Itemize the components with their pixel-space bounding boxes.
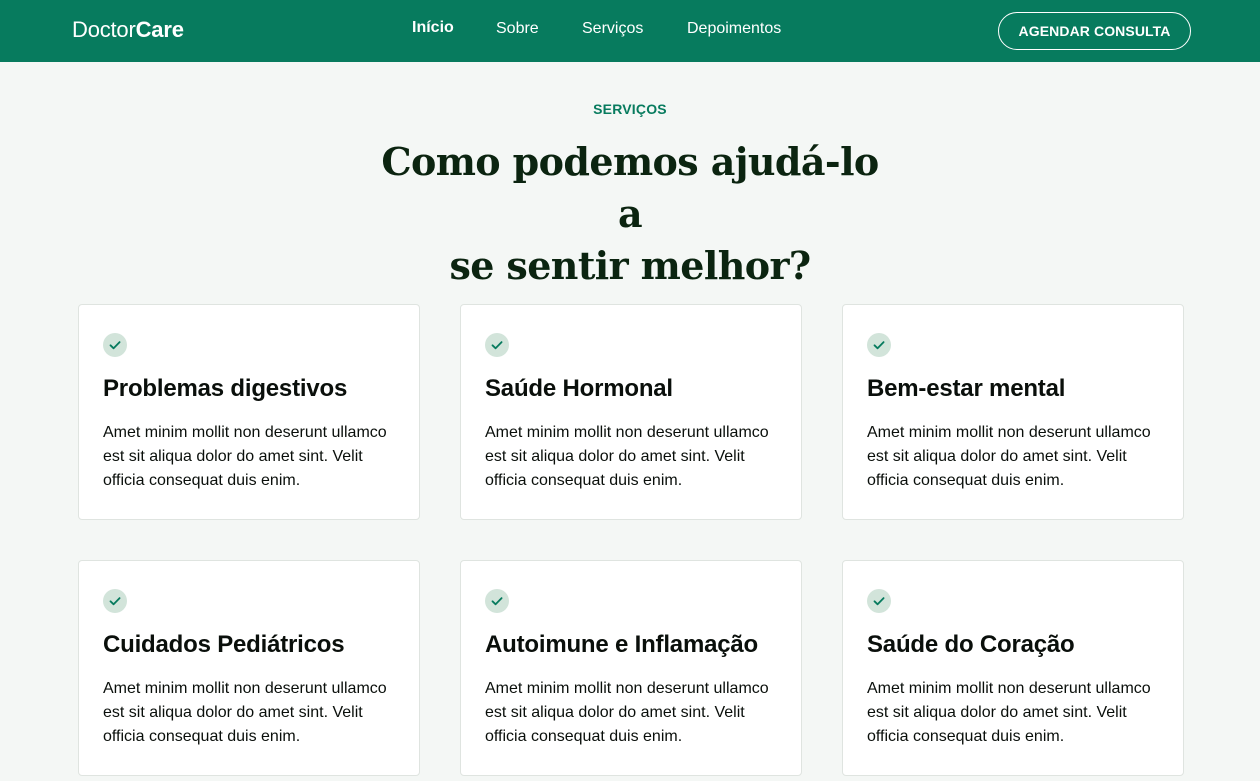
check-icon bbox=[867, 589, 891, 613]
nav-item-servicos[interactable]: Serviços bbox=[582, 20, 643, 38]
service-card-text: Amet minim mollit non deserunt ullamco e… bbox=[485, 424, 769, 489]
nav-item-sobre[interactable]: Sobre bbox=[496, 20, 539, 38]
service-card-text: Amet minim mollit non deserunt ullamco e… bbox=[103, 680, 387, 745]
section-title-line-2: se sentir melhor? bbox=[449, 243, 811, 288]
service-card: Problemas digestivos Amet minim mollit n… bbox=[78, 304, 420, 520]
service-card-title: Cuidados Pediátricos bbox=[103, 631, 345, 658]
section-label: SERVIÇOS bbox=[593, 101, 667, 117]
service-card-title: Saúde do Coração bbox=[867, 631, 1075, 658]
service-card-title: Bem-estar mental bbox=[867, 375, 1066, 402]
service-card: Bem-estar mental Amet minim mollit non d… bbox=[842, 304, 1184, 520]
service-card-title: Problemas digestivos bbox=[103, 375, 348, 402]
service-card-title: Autoimune e Inflamação bbox=[485, 631, 758, 658]
service-card: Cuidados Pediátricos Amet minim mollit n… bbox=[78, 560, 420, 776]
service-card-text: Amet minim mollit non deserunt ullamco e… bbox=[485, 680, 769, 745]
service-card-text: Amet minim mollit non deserunt ullamco e… bbox=[867, 424, 1151, 489]
section-title: Como podemos ajudá-lo a se sentir melhor… bbox=[380, 136, 880, 292]
section-title-line-1: Como podemos ajudá-lo a bbox=[381, 139, 879, 236]
schedule-appointment-button[interactable]: AGENDAR CONSULTA bbox=[998, 12, 1191, 50]
check-icon bbox=[867, 333, 891, 357]
service-card: Autoimune e Inflamação Amet minim mollit… bbox=[460, 560, 802, 776]
check-icon bbox=[103, 333, 127, 357]
service-card: Saúde Hormonal Amet minim mollit non des… bbox=[460, 304, 802, 520]
service-card-title: Saúde Hormonal bbox=[485, 375, 673, 402]
nav-item-depoimentos[interactable]: Depoimentos bbox=[687, 20, 781, 38]
service-card: Saúde do Coração Amet minim mollit non d… bbox=[842, 560, 1184, 776]
check-icon bbox=[485, 589, 509, 613]
service-card-text: Amet minim mollit non deserunt ullamco e… bbox=[103, 424, 387, 489]
check-icon bbox=[485, 333, 509, 357]
service-card-text: Amet minim mollit non deserunt ullamco e… bbox=[867, 680, 1151, 745]
nav-item-inicio[interactable]: Início bbox=[412, 19, 454, 37]
site-header: DoctorCare Início Sobre Serviços Depoime… bbox=[0, 0, 1260, 62]
check-icon bbox=[103, 589, 127, 613]
